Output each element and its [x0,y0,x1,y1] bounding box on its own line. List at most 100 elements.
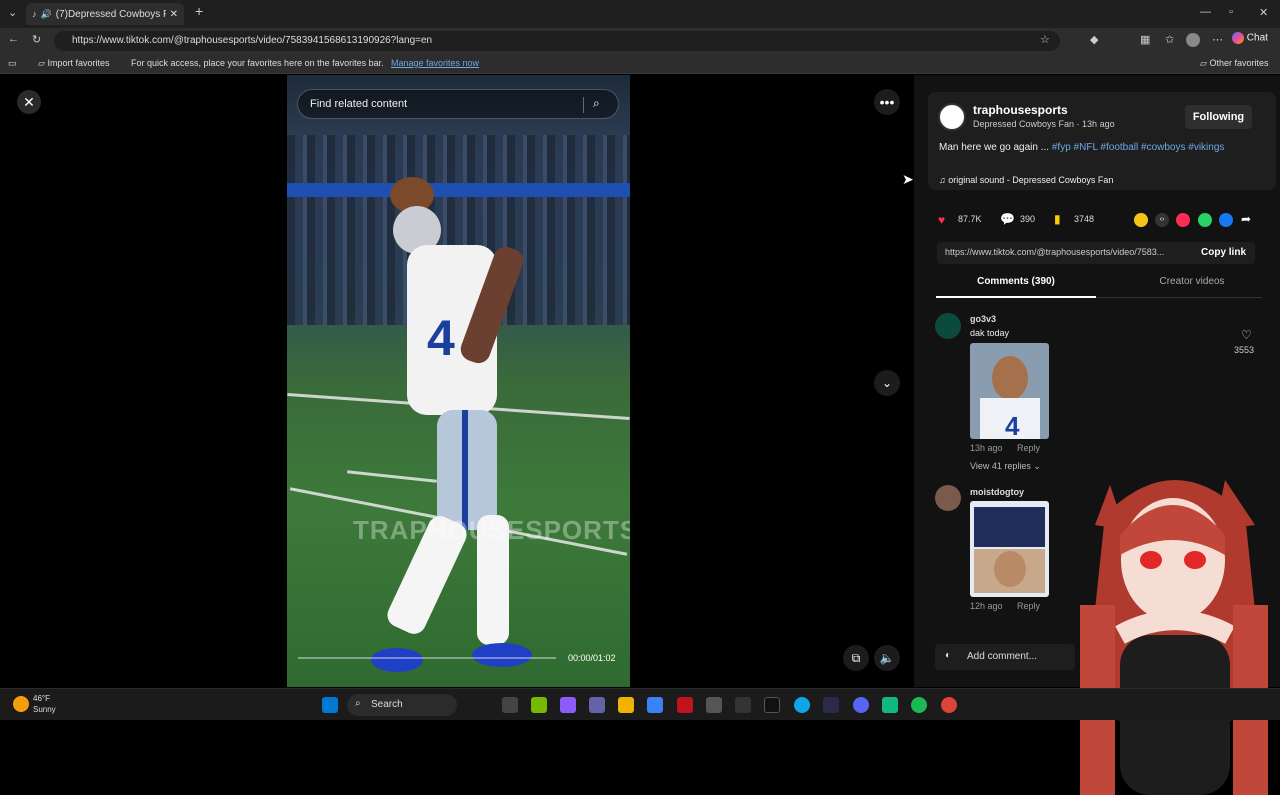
search-icon[interactable]: ⌕ [593,96,600,111]
send-to-friends-icon[interactable] [1176,213,1190,227]
new-tab-icon[interactable]: + [195,3,203,19]
menu-dots-icon[interactable]: ⋯ [1212,33,1223,46]
other-favorites-button[interactable]: ▱ Other favorites [1200,58,1268,69]
maximize-icon[interactable]: ▫ [1229,6,1233,18]
browser-tab[interactable]: ♪ 🔊 (7)Depressed Cowboys Fan ( ✕ [26,3,184,25]
share-link-text: https://www.tiktok.com/@traphousesports/… [945,247,1165,257]
tab-creator-videos[interactable]: Creator videos [1112,276,1272,298]
minimize-icon[interactable]: — [1200,6,1211,18]
favorites-icon[interactable]: ✩ [1165,33,1174,46]
tiktok-icon[interactable] [764,697,780,713]
manage-favorites-link[interactable]: Manage favorites now [391,58,479,68]
comment-username[interactable]: go3v3 [970,314,996,324]
comment-image-schedule-grid[interactable] [970,501,1049,597]
hashtag-link[interactable]: #football [1100,142,1138,153]
comment-username[interactable]: moistdogtoy [970,487,1024,497]
author-username[interactable]: traphousesports [973,103,1068,117]
quarterback-player: 4 [371,177,532,672]
whatsapp-icon[interactable] [1198,213,1212,227]
like-count: 87.7K [958,214,982,224]
panel-tabs: Comments (390) Creator videos [936,276,1262,298]
refresh-icon[interactable]: ↻ [32,33,41,46]
comment-icon[interactable]: 💬 [1000,212,1015,226]
weather-sun-icon[interactable] [13,696,29,712]
import-favorites-button[interactable]: ▱ Import favorites [38,58,109,69]
volume-icon[interactable]: 🔈 [874,645,900,671]
related-search-field[interactable]: Find related content [297,89,619,119]
author-avatar[interactable] [938,103,966,131]
add-comment-field[interactable]: ◐ Add comment... [935,644,1075,670]
tiktok-video-page: ✕ 4 TRAPHOUSESPORTS Find related content… [0,75,1280,795]
post-caption: Man here we go again ... #fyp #NFL #foot… [939,141,1239,155]
file-explorer-icon[interactable] [618,697,634,713]
view-replies-button[interactable]: View 41 replies ⌄ [970,461,1041,472]
store-icon[interactable] [647,697,663,713]
sound-link[interactable]: ♫ original sound - Depressed Cowboys Fan [939,175,1113,185]
other-favorites-label: Other favorites [1209,58,1269,68]
favorites-bar: ▭ ▱ Import favorites For quick access, p… [0,54,1280,74]
url-text: https://www.tiktok.com/@traphousesports/… [72,35,433,46]
back-icon[interactable]: ← [8,33,19,45]
app-icon[interactable] [706,697,722,713]
more-options-icon[interactable]: ••• [874,89,900,115]
floating-player-icon[interactable]: ⧉ [843,645,869,671]
commenter-avatar[interactable] [935,313,961,339]
taskbar-search-label: Search [371,699,403,710]
edge-icon[interactable] [794,697,810,713]
app-icon[interactable] [823,697,839,713]
discord-icon[interactable] [853,697,869,713]
profile-avatar[interactable] [1186,33,1200,47]
collections-icon[interactable]: ▦ [1140,33,1150,46]
facebook-icon[interactable] [1219,213,1233,227]
task-view-icon[interactable] [502,697,518,713]
weather-condition: Sunny [33,705,56,714]
taskbar-search[interactable]: ⌕ Search [347,694,457,716]
close-video-button[interactable]: ✕ [17,90,41,114]
spotify-icon[interactable] [911,697,927,713]
windows-taskbar: 46°F Sunny ⌕ Search [0,688,1280,720]
nvidia-icon[interactable] [531,697,547,713]
embed-icon[interactable]: ‹› [1155,213,1169,227]
url-field[interactable]: https://www.tiktok.com/@traphousesports/… [54,31,1060,51]
close-tab-icon[interactable]: ✕ [170,9,178,20]
hashtag-link[interactable]: #vikings [1188,142,1224,153]
share-arrow-icon[interactable]: ➦ [1241,212,1251,226]
copilot-chat-button[interactable]: Chat [1232,32,1268,44]
copilot-taskbar-icon[interactable] [560,697,576,713]
next-video-chevron-down-icon[interactable]: ⌄ [874,370,900,396]
commenter-avatar[interactable] [935,485,961,511]
copy-link-button[interactable]: Copy link [1201,247,1246,258]
audio-playing-icon[interactable]: 🔊 [41,9,52,20]
comment-count: 390 [1020,214,1036,224]
teams-icon[interactable] [589,697,605,713]
window-close-icon[interactable]: ✕ [1259,6,1268,19]
favorites-menu-icon[interactable]: ▭ [8,58,17,69]
windows-start-icon[interactable] [322,697,338,713]
tab-comments[interactable]: Comments (390) [936,276,1096,298]
app-icon[interactable] [882,697,898,713]
app-icon[interactable] [677,697,693,713]
reply-button[interactable]: Reply [1017,601,1040,611]
hashtag-link[interactable]: #NFL [1074,142,1098,153]
comment-image-player-photo[interactable]: 4 [970,343,1049,439]
chrome-icon[interactable] [941,697,957,713]
extension-icon[interactable]: ◆ [1090,33,1098,46]
reply-button[interactable]: Reply [1017,443,1040,453]
comment-like-heart-icon[interactable]: ♡ [1241,328,1252,342]
video-player[interactable]: 4 TRAPHOUSESPORTS Find related content ⌕… [287,75,630,687]
sound-label: original sound - Depressed Cowboys Fan [948,175,1114,185]
tab-actions-icon[interactable]: ⌄ [8,6,17,19]
bookmark-icon[interactable]: ▮ [1054,212,1061,226]
comment-like-count: 3553 [1234,345,1255,355]
favorite-star-icon[interactable]: ☆ [1040,33,1050,46]
hashtag-link[interactable]: #fyp [1052,142,1071,153]
app-icon[interactable] [735,697,751,713]
weather-widget[interactable]: 46°F Sunny [33,693,56,715]
import-favorites-label: Import favorites [47,58,110,68]
following-button[interactable]: Following [1185,105,1252,129]
hashtag-link[interactable]: #cowboys [1141,142,1185,153]
video-progress-bar[interactable] [298,657,556,659]
repost-icon[interactable] [1134,213,1148,227]
comment-time: 12h ago [970,601,1003,611]
heart-icon[interactable]: ♥ [938,213,945,227]
